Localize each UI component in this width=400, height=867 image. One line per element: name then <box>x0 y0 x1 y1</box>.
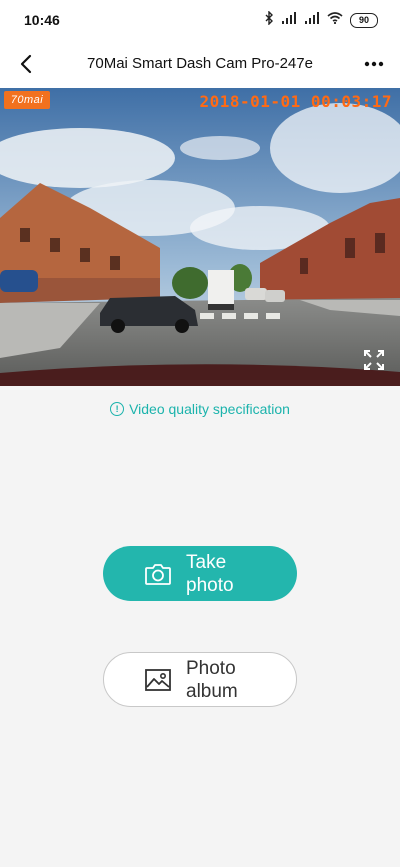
video-preview[interactable]: 70mai 2018-01-01 00:03:17 <box>0 88 400 386</box>
bluetooth-icon <box>265 9 274 30</box>
fullscreen-icon <box>364 350 384 370</box>
status-bar: 10:46 90 <box>0 0 400 40</box>
page-title: 70Mai Smart Dash Cam Pro-247e <box>87 55 313 72</box>
image-icon <box>145 668 171 691</box>
wifi-icon <box>327 11 343 29</box>
info-icon: ! <box>110 402 125 416</box>
camera-icon <box>145 563 171 585</box>
take-photo-label: Take photo <box>186 551 234 596</box>
take-photo-button[interactable]: Take photo <box>103 546 297 601</box>
photo-album-label: Photo album <box>186 657 238 702</box>
more-button[interactable] <box>362 52 386 76</box>
video-quality-label: Video quality specification <box>129 401 290 417</box>
video-quality-link[interactable]: ! Video quality specification <box>0 401 400 417</box>
video-timestamp: 2018-01-01 00:03:17 <box>199 92 392 111</box>
battery-icon: 90 <box>350 12 378 28</box>
status-icons: 90 <box>265 9 378 30</box>
brand-logo: 70mai <box>4 91 50 109</box>
status-time: 10:46 <box>24 12 60 28</box>
signal-icon <box>281 11 297 29</box>
back-arrow-icon <box>20 54 32 74</box>
photo-album-button[interactable]: Photo album <box>103 652 297 707</box>
fullscreen-button[interactable] <box>362 348 386 372</box>
back-button[interactable] <box>14 52 38 76</box>
signal-icon <box>304 11 320 29</box>
nav-bar: 70Mai Smart Dash Cam Pro-247e <box>0 40 400 88</box>
more-dots-icon <box>364 61 384 67</box>
video-frame <box>0 88 400 386</box>
